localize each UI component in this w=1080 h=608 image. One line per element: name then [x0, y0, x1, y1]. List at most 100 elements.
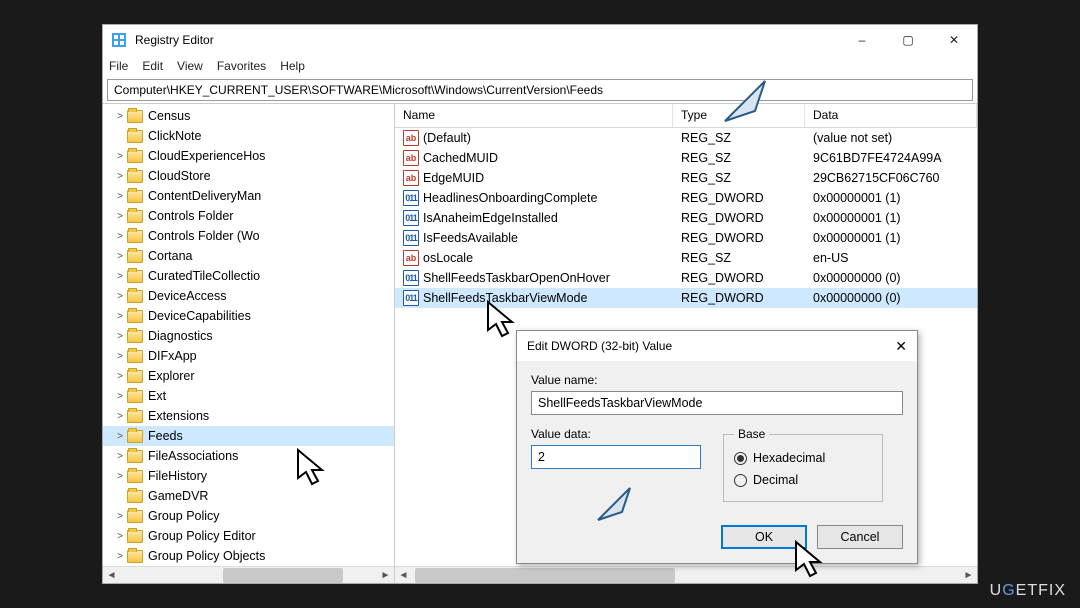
- tree-scroll-left[interactable]: ◄: [103, 567, 120, 583]
- minimize-button[interactable]: –: [839, 25, 885, 55]
- folder-icon: [127, 430, 143, 443]
- maximize-button[interactable]: ▢: [885, 25, 931, 55]
- tree-item[interactable]: >CloudStore: [103, 166, 394, 186]
- folder-icon: [127, 490, 143, 503]
- tree-item[interactable]: >Extensions: [103, 406, 394, 426]
- list-scroll-thumb[interactable]: [415, 568, 675, 583]
- chevron-right-icon[interactable]: >: [113, 531, 127, 542]
- radio-hex-icon: [734, 452, 747, 465]
- menu-help[interactable]: Help: [280, 59, 305, 73]
- dialog-close-button[interactable]: ✕: [895, 338, 907, 355]
- chevron-right-icon[interactable]: >: [113, 191, 127, 202]
- value-row[interactable]: 011HeadlinesOnboardingCompleteREG_DWORD0…: [395, 188, 977, 208]
- value-row[interactable]: 011ShellFeedsTaskbarOpenOnHoverREG_DWORD…: [395, 268, 977, 288]
- chevron-right-icon[interactable]: >: [113, 511, 127, 522]
- value-name-input[interactable]: [531, 391, 903, 415]
- chevron-right-icon[interactable]: >: [113, 391, 127, 402]
- value-row[interactable]: abEdgeMUIDREG_SZ29CB62715CF06C760: [395, 168, 977, 188]
- tree-item[interactable]: >Cortana: [103, 246, 394, 266]
- chevron-right-icon[interactable]: >: [113, 471, 127, 482]
- radio-decimal[interactable]: Decimal: [734, 469, 872, 491]
- titlebar[interactable]: Registry Editor – ▢ ✕: [103, 25, 977, 55]
- tree-item[interactable]: >Controls Folder: [103, 206, 394, 226]
- list-header: Name Type Data: [395, 104, 977, 128]
- tree-label: DeviceAccess: [148, 289, 227, 303]
- tree-scroll-right[interactable]: ►: [377, 567, 394, 583]
- tree-item[interactable]: > DeviceAccess: [103, 286, 394, 306]
- radio-hexadecimal[interactable]: Hexadecimal: [734, 447, 872, 469]
- tree-item[interactable]: > Feeds: [103, 426, 394, 446]
- tree-scroll-thumb[interactable]: [223, 568, 343, 583]
- value-row[interactable]: 011IsAnaheimEdgeInstalledREG_DWORD0x0000…: [395, 208, 977, 228]
- tree-item[interactable]: > Group Policy Editor: [103, 526, 394, 546]
- menu-view[interactable]: View: [177, 59, 203, 73]
- value-row[interactable]: abCachedMUIDREG_SZ9C61BD7FE4724A99A: [395, 148, 977, 168]
- value-row[interactable]: ab(Default)REG_SZ(value not set): [395, 128, 977, 148]
- tree-pane[interactable]: >CensusClickNote > CloudExperienceHos >Clou…: [103, 104, 395, 583]
- tree-item[interactable]: > CuratedTileCollectio: [103, 266, 394, 286]
- chevron-right-icon[interactable]: >: [113, 251, 127, 262]
- tree-item[interactable]: >Ext: [103, 386, 394, 406]
- address-bar[interactable]: Computer\HKEY_CURRENT_USER\SOFTWARE\Micr…: [107, 79, 973, 101]
- value-type: REG_SZ: [673, 171, 805, 185]
- chevron-right-icon[interactable]: >: [113, 451, 127, 462]
- tree-label: CloudExperienceHos: [148, 149, 265, 163]
- ok-button[interactable]: OK: [721, 525, 807, 549]
- chevron-right-icon[interactable]: >: [113, 231, 127, 242]
- value-row[interactable]: 011IsFeedsAvailableREG_DWORD0x00000001 (…: [395, 228, 977, 248]
- tree-label: CuratedTileCollectio: [148, 269, 260, 283]
- chevron-right-icon[interactable]: >: [113, 551, 127, 562]
- chevron-right-icon[interactable]: >: [113, 411, 127, 422]
- folder-icon: [127, 230, 143, 243]
- tree-item[interactable]: >Diagnostics: [103, 326, 394, 346]
- tree-item[interactable]: >ContentDeliveryMan: [103, 186, 394, 206]
- tree-label: Controls Folder (Wo: [148, 229, 260, 243]
- tree-item[interactable]: >Group Policy Objects: [103, 546, 394, 566]
- value-data-input[interactable]: [531, 445, 701, 469]
- chevron-right-icon[interactable]: >: [113, 291, 127, 302]
- column-data[interactable]: Data: [805, 104, 977, 127]
- tree-item[interactable]: >FileAssociations: [103, 446, 394, 466]
- tree-item[interactable]: >Explorer: [103, 366, 394, 386]
- tree-item[interactable]: >DIFxApp: [103, 346, 394, 366]
- chevron-right-icon[interactable]: >: [113, 271, 127, 282]
- tree-item[interactable]: GameDVR: [103, 486, 394, 506]
- chevron-right-icon[interactable]: >: [113, 371, 127, 382]
- tree-item[interactable]: >FileHistory: [103, 466, 394, 486]
- tree-item[interactable]: > Controls Folder (Wo: [103, 226, 394, 246]
- dialog-titlebar[interactable]: Edit DWORD (32-bit) Value ✕: [517, 331, 917, 361]
- menu-edit[interactable]: Edit: [142, 59, 163, 73]
- tree-label: DeviceCapabilities: [148, 309, 251, 323]
- chevron-right-icon[interactable]: >: [113, 171, 127, 182]
- tree-label: Feeds: [148, 429, 183, 443]
- chevron-right-icon[interactable]: >: [113, 331, 127, 342]
- tree-item[interactable]: >Census: [103, 106, 394, 126]
- value-row[interactable]: 011ShellFeedsTaskbarViewModeREG_DWORD0x0…: [395, 288, 977, 308]
- value-row[interactable]: abosLocaleREG_SZen-US: [395, 248, 977, 268]
- tree-item[interactable]: > DeviceCapabilities: [103, 306, 394, 326]
- menu-favorites[interactable]: Favorites: [217, 59, 266, 73]
- folder-icon: [127, 330, 143, 343]
- menu-file[interactable]: File: [109, 59, 128, 73]
- chevron-right-icon[interactable]: >: [113, 211, 127, 222]
- chevron-right-icon[interactable]: >: [113, 151, 127, 162]
- tree-item[interactable]: > CloudExperienceHos: [103, 146, 394, 166]
- tree-label: Group Policy Editor: [148, 529, 256, 543]
- list-scroll-right[interactable]: ►: [960, 567, 977, 583]
- value-name: (Default): [423, 131, 471, 145]
- chevron-right-icon[interactable]: >: [113, 431, 127, 442]
- folder-icon: [127, 290, 143, 303]
- watermark: UGETFIX: [990, 582, 1066, 600]
- list-scroll-left[interactable]: ◄: [395, 567, 412, 583]
- value-name: HeadlinesOnboardingComplete: [423, 191, 597, 205]
- tree-item[interactable]: ClickNote: [103, 126, 394, 146]
- chevron-right-icon[interactable]: >: [113, 111, 127, 122]
- column-type[interactable]: Type: [673, 104, 805, 127]
- cancel-button[interactable]: Cancel: [817, 525, 903, 549]
- chevron-right-icon[interactable]: >: [113, 311, 127, 322]
- tree-item[interactable]: >Group Policy: [103, 506, 394, 526]
- dword-value-icon: 011: [403, 290, 419, 306]
- close-button[interactable]: ✕: [931, 25, 977, 55]
- chevron-right-icon[interactable]: >: [113, 351, 127, 362]
- column-name[interactable]: Name: [395, 104, 673, 127]
